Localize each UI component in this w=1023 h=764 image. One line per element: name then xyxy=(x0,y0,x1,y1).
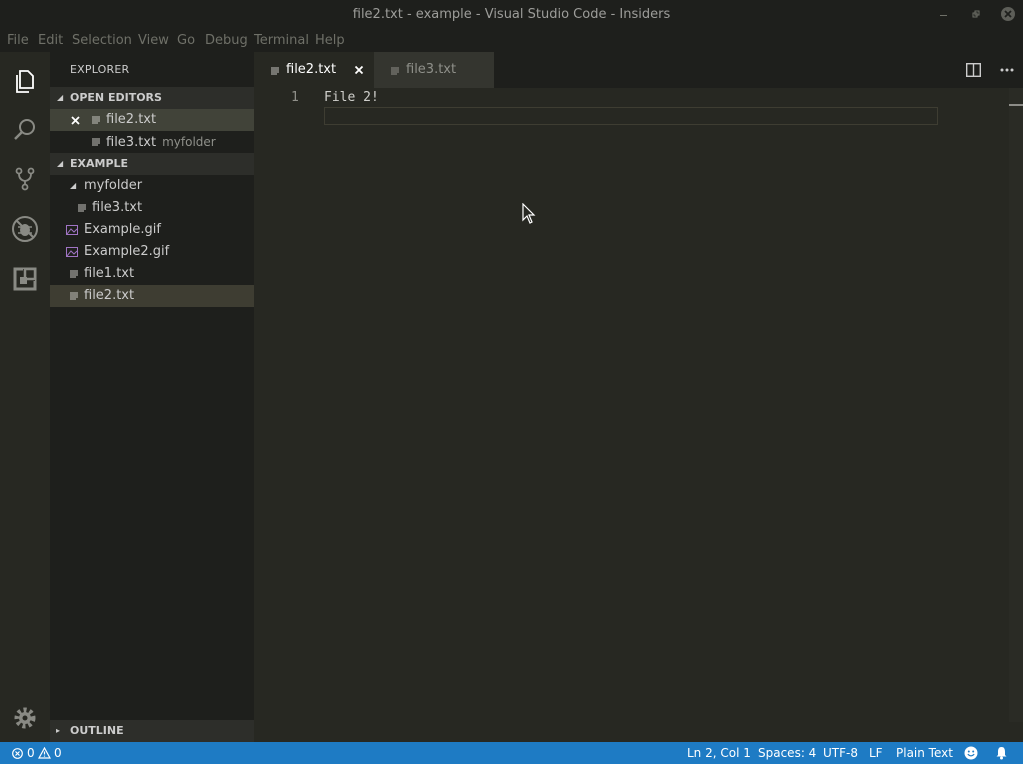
current-line-highlight xyxy=(324,107,938,125)
chevron-down-icon: ◢ xyxy=(70,181,77,190)
workspace-label: EXAMPLE xyxy=(70,157,129,170)
tab-label: file3.txt xyxy=(406,62,457,77)
tree-item-label: Example2.gif xyxy=(84,244,170,259)
chevron-down-icon: ◢ xyxy=(57,93,64,102)
minimap[interactable] xyxy=(938,88,1008,742)
image-file-icon xyxy=(66,247,78,257)
debug-icon xyxy=(12,216,38,242)
restore-icon xyxy=(972,10,980,18)
line-number: 1 xyxy=(291,90,299,105)
editor-tabs: file2.txt file3.txt xyxy=(254,52,1023,88)
open-editor-item[interactable]: file2.txt xyxy=(50,109,254,131)
text-file-icon xyxy=(271,67,279,75)
menu-terminal[interactable]: Terminal xyxy=(254,30,309,51)
close-icon[interactable] xyxy=(71,116,80,125)
status-bar: 0 0 Ln 2, Col 1 Spaces: 4 UTF-8 LF Plain… xyxy=(0,742,1023,764)
explorer-sidebar: EXPLORER ◢ OPEN EDITORS file2.txt file3.… xyxy=(50,52,254,742)
open-editors-header[interactable]: ◢ OPEN EDITORS xyxy=(50,87,254,109)
tree-folder-myfolder[interactable]: ◢ myfolder xyxy=(50,175,254,197)
search-icon xyxy=(14,119,35,140)
activity-extensions[interactable] xyxy=(0,253,50,301)
text-file-icon xyxy=(92,116,100,124)
chevron-down-icon: ◢ xyxy=(57,159,64,168)
split-editor-icon[interactable] xyxy=(966,63,981,77)
menu-debug[interactable]: Debug xyxy=(205,30,248,51)
text-file-icon xyxy=(78,204,86,212)
minimize-button[interactable] xyxy=(935,6,953,24)
close-icon[interactable] xyxy=(352,63,366,77)
encoding[interactable]: UTF-8 xyxy=(823,742,858,764)
close-window-button[interactable] xyxy=(999,6,1017,24)
menu-go[interactable]: Go xyxy=(177,30,195,51)
tab-label: file2.txt xyxy=(286,62,337,77)
title-bar: file2.txt - example - Visual Studio Code… xyxy=(0,0,1023,30)
tree-file[interactable]: file1.txt xyxy=(50,263,254,285)
minimize-icon xyxy=(940,15,947,16)
menu-selection[interactable]: Selection xyxy=(72,30,132,51)
editor-area[interactable]: 1 File 2! xyxy=(254,88,1023,742)
workspace-header[interactable]: ◢ EXAMPLE xyxy=(50,153,254,175)
outline-label: OUTLINE xyxy=(70,724,124,737)
open-editors-label: OPEN EDITORS xyxy=(70,91,162,104)
activity-debug[interactable] xyxy=(0,203,50,251)
more-actions-icon[interactable] xyxy=(1000,68,1014,72)
open-editor-name: file2.txt xyxy=(106,112,157,127)
tab-file3[interactable]: file3.txt xyxy=(374,52,494,88)
menu-view[interactable]: View xyxy=(138,30,169,51)
tree-item-label: Example.gif xyxy=(84,222,161,237)
indentation-setting[interactable]: Spaces: 4 xyxy=(758,742,816,764)
cursor-position[interactable]: Ln 2, Col 1 xyxy=(687,742,751,764)
source-control-icon xyxy=(15,167,35,191)
text-file-icon xyxy=(92,138,100,146)
gear-icon xyxy=(14,707,36,729)
end-of-line[interactable]: LF xyxy=(869,742,883,764)
text-file-icon xyxy=(391,67,399,75)
tree-file[interactable]: Example.gif xyxy=(50,219,254,241)
open-editor-name: file3.txt xyxy=(106,135,157,150)
activity-search[interactable] xyxy=(0,104,50,152)
language-mode[interactable]: Plain Text xyxy=(896,742,953,764)
mouse-pointer-icon xyxy=(522,203,536,224)
explorer-icon xyxy=(16,70,34,93)
activity-source-control[interactable] xyxy=(0,153,50,201)
notifications-bell-icon[interactable] xyxy=(995,746,1008,760)
tree-file[interactable]: Example2.gif xyxy=(50,241,254,263)
scrollbar-thumb[interactable] xyxy=(1009,104,1023,106)
warning-count[interactable]: 0 xyxy=(54,742,62,764)
tree-item-label: file1.txt xyxy=(84,266,135,281)
sidebar-title: EXPLORER xyxy=(70,63,130,76)
code-line[interactable]: File 2! xyxy=(324,89,379,107)
tree-file[interactable]: file3.txt xyxy=(50,197,254,219)
warning-icon[interactable] xyxy=(38,747,51,759)
open-editor-item[interactable]: file3.txt myfolder xyxy=(50,131,254,153)
image-file-icon xyxy=(66,225,78,235)
menu-edit[interactable]: Edit xyxy=(38,30,63,51)
tree-file[interactable]: file2.txt xyxy=(50,285,254,307)
tree-item-label: file2.txt xyxy=(84,288,135,303)
outline-header[interactable]: ▸ OUTLINE xyxy=(50,720,254,742)
extensions-icon xyxy=(13,267,37,291)
close-icon xyxy=(1001,7,1015,21)
menu-help[interactable]: Help xyxy=(315,30,345,51)
error-icon[interactable] xyxy=(12,748,23,759)
vertical-scrollbar[interactable] xyxy=(1009,88,1023,722)
text-file-icon xyxy=(70,270,78,278)
tree-item-label: file3.txt xyxy=(92,200,143,215)
restore-button[interactable] xyxy=(967,6,985,24)
text-file-icon xyxy=(70,292,78,300)
open-editor-description: myfolder xyxy=(162,135,216,149)
activity-manage[interactable] xyxy=(0,694,50,742)
chevron-right-icon: ▸ xyxy=(56,726,61,735)
window-title: file2.txt - example - Visual Studio Code… xyxy=(352,7,671,22)
tree-item-label: myfolder xyxy=(84,178,143,193)
activity-explorer[interactable] xyxy=(0,55,50,103)
activity-bar xyxy=(0,52,50,742)
tab-file2[interactable]: file2.txt xyxy=(254,52,374,88)
menu-bar: File Edit Selection View Go Debug Termin… xyxy=(0,30,1023,52)
menu-file[interactable]: File xyxy=(7,30,29,51)
feedback-smiley-icon[interactable] xyxy=(964,746,978,760)
error-count[interactable]: 0 xyxy=(27,742,35,764)
